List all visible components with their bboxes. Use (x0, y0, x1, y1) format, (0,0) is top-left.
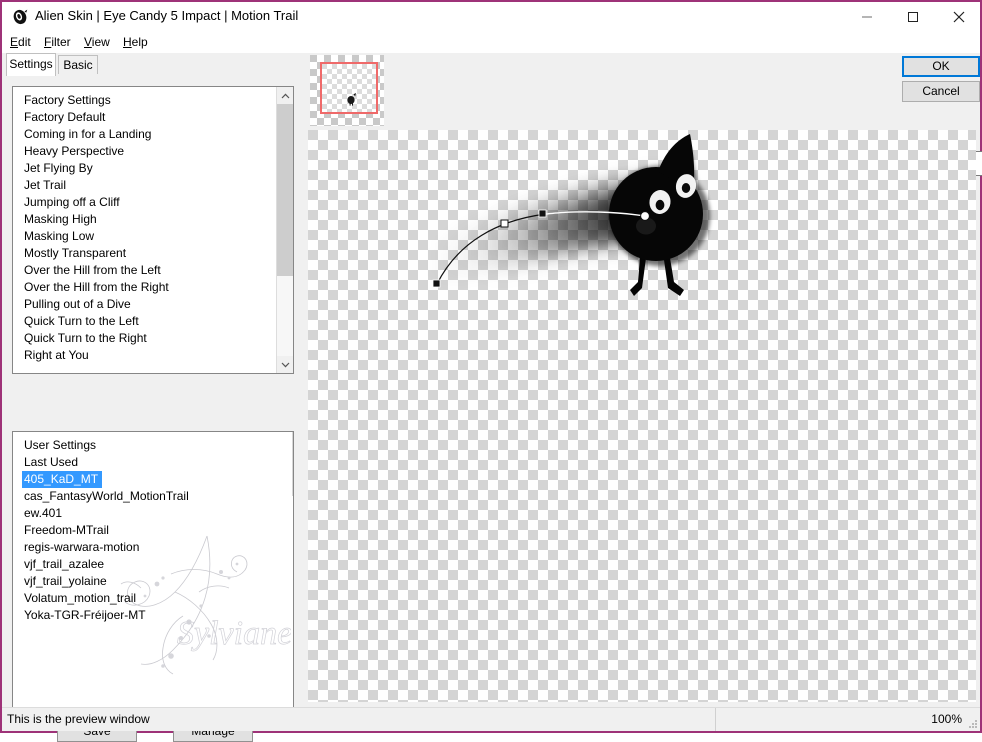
scrollbar-thumb[interactable] (277, 104, 293, 276)
alien-skin-icon (11, 8, 29, 26)
menu-item-help[interactable]: Help (121, 34, 150, 51)
path-node-mid2 (538, 209, 547, 218)
list-item[interactable]: Volatum_motion_trail (13, 590, 285, 607)
scroll-down-button[interactable] (277, 356, 293, 373)
menu-item-filter-rest: ilter (51, 35, 71, 49)
list-item[interactable]: Over the Hill from the Right (13, 279, 278, 296)
maximize-button[interactable] (890, 2, 936, 32)
list-item[interactable]: Masking Low (13, 228, 278, 245)
list-item-row: Last Used (13, 454, 285, 471)
list-group-header: User Settings (24, 438, 97, 452)
chevron-down-icon (281, 362, 289, 367)
status-divider (715, 708, 716, 731)
factory-settings-list-items: Factory Settings Factory Default Coming … (13, 87, 278, 373)
motion-trail-artwork (428, 134, 710, 296)
list-item[interactable]: Freedom-MTrail (13, 522, 285, 539)
list-item[interactable]: Last Used (13, 454, 285, 471)
list-item[interactable]: Heavy Perspective (13, 143, 278, 160)
list-item[interactable]: Right at You (13, 347, 278, 364)
close-button[interactable] (936, 2, 982, 32)
user-settings-list-items: User Settings Last Used 405_KaD_MT cas_F… (13, 432, 285, 624)
list-item[interactable]: ew.401 (13, 505, 285, 522)
user-list-divider (292, 432, 293, 496)
list-item[interactable]: Jet Trail (13, 177, 278, 194)
menu-item-filter[interactable]: Filter (42, 34, 73, 51)
application-window: Alien Skin | Eye Candy 5 Impact | Motion… (0, 0, 982, 742)
list-item-selected[interactable]: 405_KaD_MT (22, 471, 103, 488)
list-item[interactable]: Masking High (13, 211, 278, 228)
minimize-button[interactable] (844, 2, 890, 32)
bird-figure (609, 134, 703, 296)
list-item[interactable]: regis-warwara-motion (13, 539, 285, 556)
tab-strip: Settings Basic (2, 53, 304, 76)
settings-panel: Settings Basic Factory Settings Factory … (2, 53, 304, 742)
list-item[interactable]: Mostly Transparent (13, 245, 278, 262)
list-item[interactable]: Pulling out of a Dive (13, 296, 278, 313)
user-settings-list[interactable]: Sylviane User Settings Last Used 405_KaD… (12, 431, 294, 711)
path-node-mid (500, 219, 509, 228)
list-item[interactable]: Coming in for a Landing (13, 126, 278, 143)
list-item[interactable]: vjf_trail_azalee (13, 556, 285, 573)
navigator-viewport-rect[interactable] (320, 62, 378, 114)
preview-panel: Preview Background: None (304, 53, 982, 708)
preview-navigator[interactable] (310, 55, 384, 126)
path-node-start (432, 279, 441, 288)
list-item[interactable]: Quick Turn to the Right (13, 330, 278, 347)
list-item[interactable]: Over the Hill from the Left (13, 262, 278, 279)
list-item[interactable]: Jet Flying By (13, 160, 278, 177)
tab-basic[interactable]: Basic (58, 55, 98, 75)
list-item[interactable]: vjf_trail_yolaine (13, 573, 285, 590)
resize-grip-icon[interactable] (966, 718, 978, 730)
navigator-thumbnail-art (347, 93, 356, 106)
scrollbar-track[interactable] (277, 276, 293, 356)
menu-item-edit[interactable]: Edit (8, 34, 33, 51)
preview-canvas[interactable] (308, 130, 976, 702)
maximize-icon (908, 12, 918, 22)
tab-settings[interactable]: Settings (6, 53, 56, 76)
minimize-icon (862, 16, 872, 18)
list-item[interactable]: Factory Default (13, 109, 278, 126)
scroll-up-button[interactable] (277, 87, 293, 104)
ok-button[interactable]: OK (902, 56, 980, 77)
menu-item-help-rest: elp (131, 35, 148, 49)
path-node-end (640, 211, 650, 221)
menu-bar: Edit Filter View Help (2, 32, 980, 53)
status-bar: This is the preview window 100% (2, 707, 980, 731)
list-item-row: 405_KaD_MT (13, 471, 285, 488)
factory-settings-list[interactable]: Factory Settings Factory Default Coming … (12, 86, 294, 374)
factory-list-scrollbar[interactable] (276, 87, 293, 373)
cancel-button[interactable]: Cancel (902, 81, 980, 102)
menu-item-view[interactable]: View (82, 34, 112, 51)
window-title: Alien Skin | Eye Candy 5 Impact | Motion… (35, 8, 299, 23)
list-group-header: Factory Settings (24, 93, 111, 107)
title-bar: Alien Skin | Eye Candy 5 Impact | Motion… (2, 2, 980, 32)
chevron-up-icon (281, 93, 289, 98)
list-item[interactable]: Jumping off a Cliff (13, 194, 278, 211)
list-item[interactable]: cas_FantasyWorld_MotionTrail (13, 488, 285, 505)
status-zoom-level: 100% (931, 712, 962, 726)
close-icon (953, 11, 965, 23)
menu-item-edit-rest: dit (18, 35, 31, 49)
menu-item-view-rest: iew (91, 35, 110, 49)
list-item[interactable]: Yoka-TGR-Fréijoer-MT (13, 607, 285, 624)
list-item[interactable]: Quick Turn to the Left (13, 313, 278, 330)
status-message: This is the preview window (7, 712, 150, 726)
